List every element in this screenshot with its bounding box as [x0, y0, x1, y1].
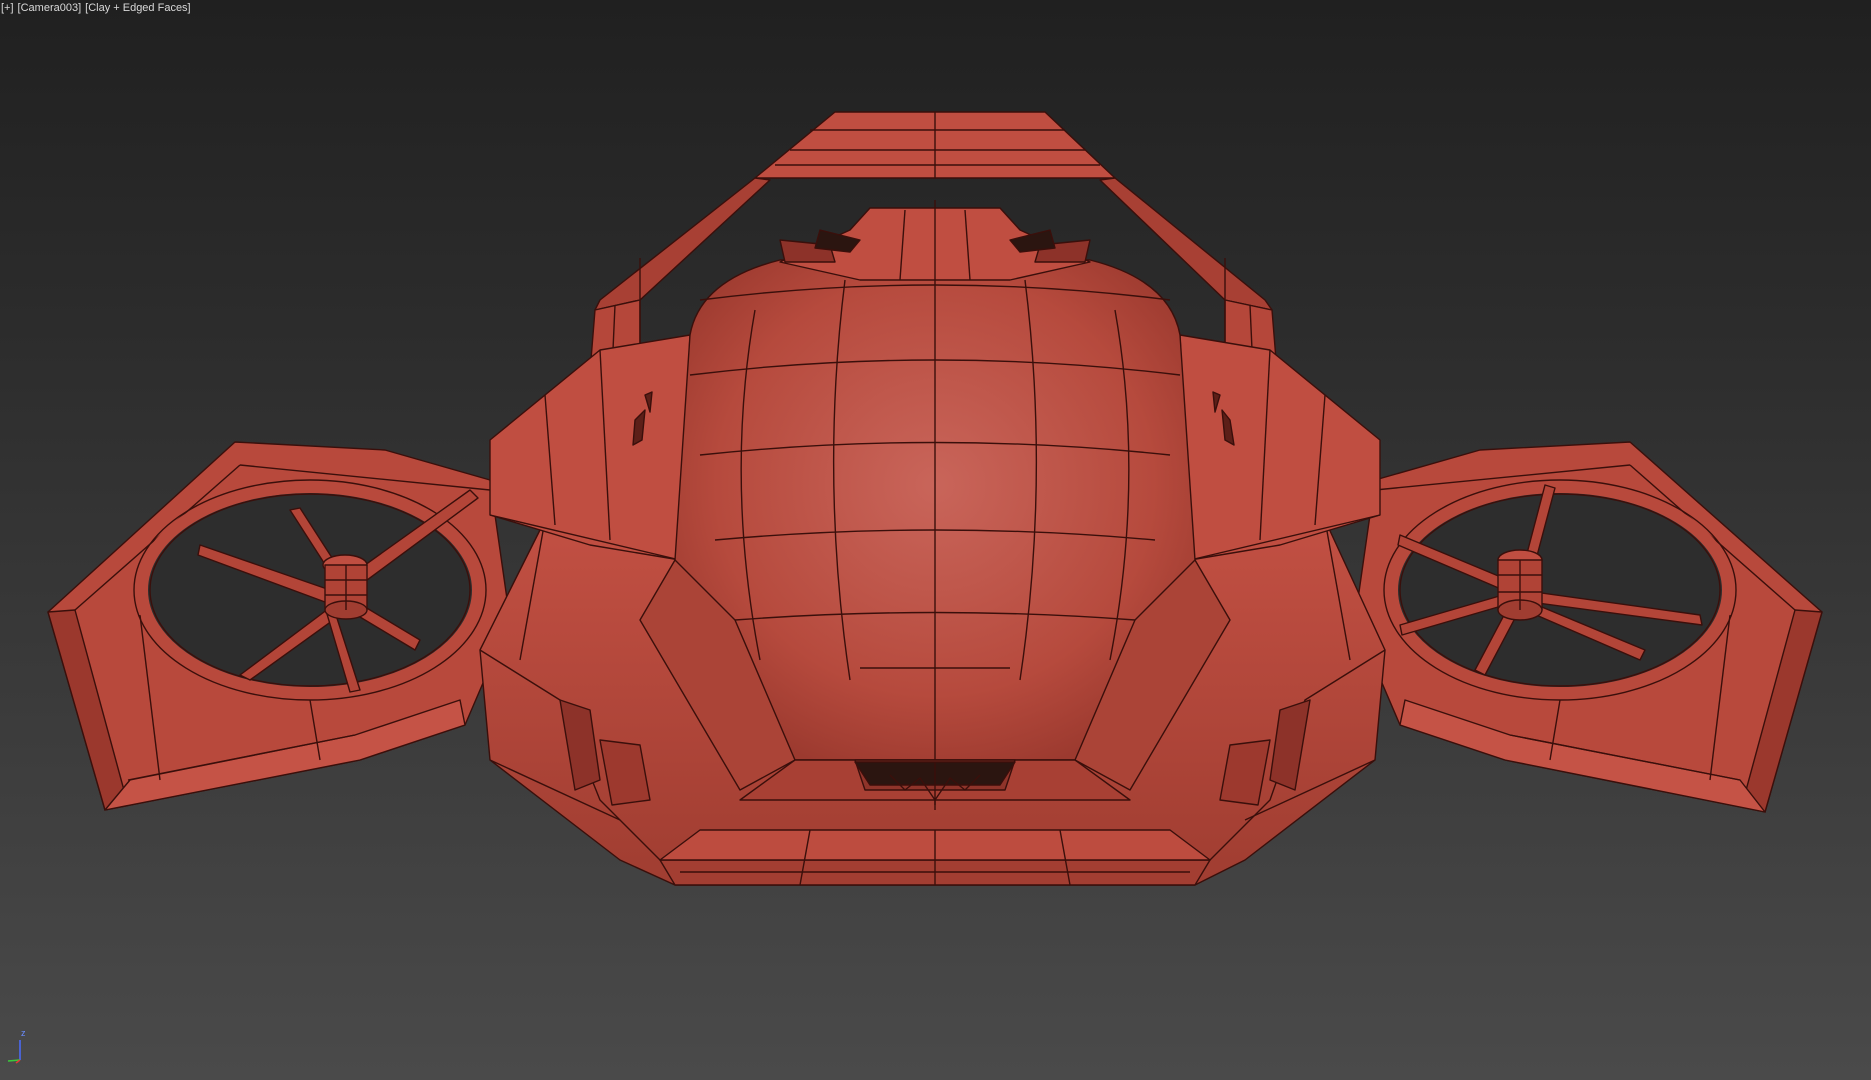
axis-tripod-icon: [6, 1034, 30, 1064]
axis-z-label: z: [21, 1028, 26, 1038]
right-shoulder: [1179, 334, 1381, 561]
drone-model[interactable]: [0, 0, 1871, 1080]
right-rotor-housing: [1354, 441, 1823, 813]
left-shoulder: [489, 334, 691, 561]
viewport[interactable]: [+] [Camera003] [Clay + Edged Faces] z: [0, 0, 1871, 1080]
top-intake: [779, 207, 1091, 281]
canopy-dome: [639, 200, 1231, 805]
left-rotor-housing: [47, 441, 511, 811]
